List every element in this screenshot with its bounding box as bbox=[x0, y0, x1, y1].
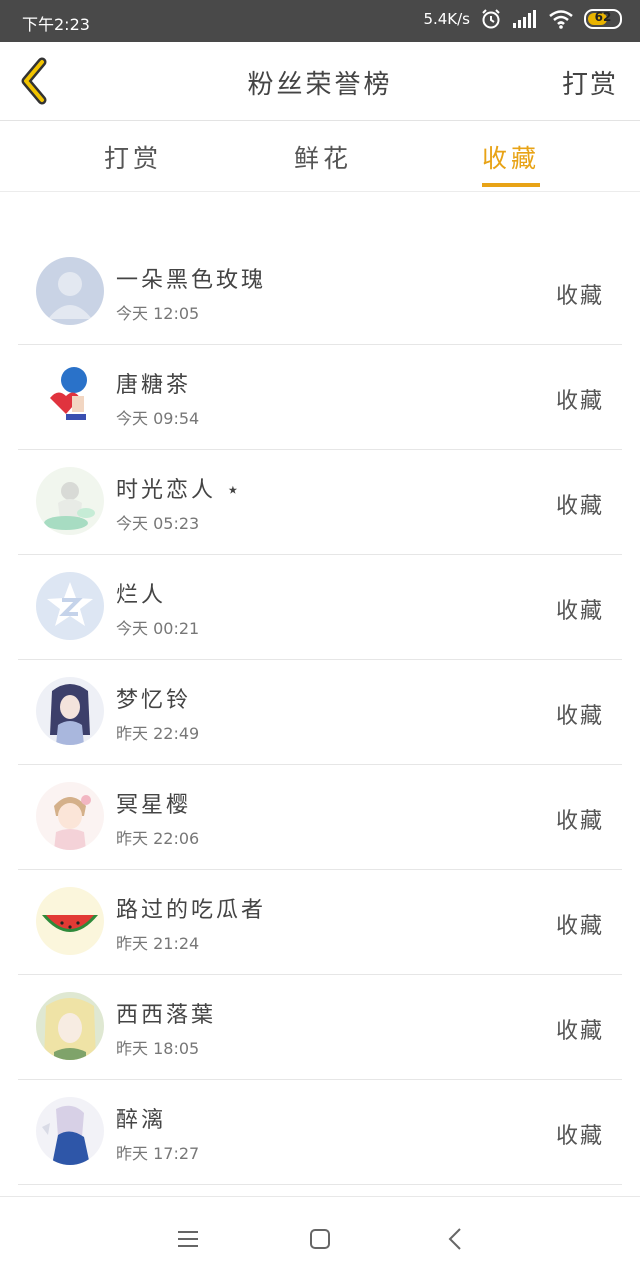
header-bar: 粉丝荣誉榜 打赏 bbox=[0, 42, 640, 121]
system-nav-bar bbox=[0, 1196, 640, 1281]
tip-button[interactable]: 打赏 bbox=[562, 64, 618, 101]
menu-icon[interactable] bbox=[172, 1223, 204, 1255]
list-item[interactable]: 西西落葉 昨天 18:05 收藏 bbox=[18, 975, 622, 1080]
timestamp: 昨天 22:06 bbox=[116, 829, 200, 848]
user-name: 冥星樱 bbox=[116, 793, 192, 818]
list-item[interactable]: 醉漓 昨天 17:27 收藏 bbox=[18, 1080, 622, 1185]
timestamp: 今天 12:05 bbox=[116, 304, 200, 323]
list-item[interactable]: 路过的吃瓜者 昨天 21:24 收藏 bbox=[18, 870, 622, 975]
network-speed: 5.4K/s bbox=[423, 10, 470, 28]
user-name: 一朵黑色玫瑰 bbox=[116, 268, 267, 293]
signal-icon bbox=[513, 10, 536, 28]
avatar bbox=[36, 782, 104, 850]
tab-tip[interactable]: 打赏 bbox=[104, 139, 162, 175]
avatar bbox=[36, 677, 104, 745]
status-icons: 5.4K/s 62 bbox=[423, 8, 622, 30]
action-badge: 收藏 bbox=[555, 1124, 604, 1149]
timestamp: 昨天 22:49 bbox=[116, 724, 200, 743]
list-item[interactable]: 时光恋人 ⋆ 今天 05:23 收藏 bbox=[18, 450, 622, 555]
avatar bbox=[36, 887, 104, 955]
user-name: 唐糖茶 bbox=[116, 373, 192, 398]
timestamp: 昨天 18:05 bbox=[116, 1039, 200, 1058]
list-item[interactable]: 冥星樱 昨天 22:06 收藏 bbox=[18, 765, 622, 870]
avatar bbox=[36, 1097, 104, 1165]
home-icon[interactable] bbox=[304, 1223, 336, 1255]
action-badge: 收藏 bbox=[555, 704, 604, 729]
timestamp: 今天 05:23 bbox=[116, 514, 200, 533]
user-name: 醉漓 bbox=[116, 1108, 167, 1133]
user-name: 烂人 bbox=[116, 583, 167, 608]
avatar bbox=[36, 257, 104, 325]
action-badge: 收藏 bbox=[555, 494, 604, 519]
avatar bbox=[36, 992, 104, 1060]
list-item[interactable]: 梦忆铃 昨天 22:49 收藏 bbox=[18, 660, 622, 765]
tab-bar: 打赏 鲜花 收藏 bbox=[0, 121, 640, 192]
back-icon[interactable] bbox=[440, 1223, 472, 1255]
list-item[interactable]: 一朵黑色玫瑰 今天 12:05 收藏 bbox=[18, 240, 622, 345]
tab-label: 收藏 bbox=[482, 144, 541, 173]
alarm-icon bbox=[482, 9, 500, 29]
avatar bbox=[36, 362, 104, 430]
status-bar: 下午2:23 5.4K/s 62 bbox=[0, 0, 640, 42]
battery-icon: 62 bbox=[584, 9, 622, 29]
list-item[interactable]: 唐糖茶 今天 09:54 收藏 bbox=[18, 345, 622, 450]
tab-flowers[interactable]: 鲜花 bbox=[294, 139, 352, 175]
status-time: 下午2:23 bbox=[22, 15, 90, 34]
avatar bbox=[36, 572, 104, 640]
battery-level: 62 bbox=[594, 10, 612, 24]
action-badge: 收藏 bbox=[555, 389, 604, 414]
list-item[interactable]: 烂人 今天 00:21 收藏 bbox=[18, 555, 622, 660]
action-badge: 收藏 bbox=[555, 914, 604, 939]
user-name: 路过的吃瓜者 bbox=[116, 898, 267, 923]
tab-label: 打赏 bbox=[104, 144, 163, 173]
user-name: 梦忆铃 bbox=[116, 688, 192, 713]
action-badge: 收藏 bbox=[555, 284, 604, 309]
fan-list: 一朵黑色玫瑰 今天 12:05 收藏 唐糖茶 今天 09:54 收藏 时光恋人 … bbox=[18, 240, 622, 1185]
action-badge: 收藏 bbox=[555, 809, 604, 834]
timestamp: 昨天 17:27 bbox=[116, 1144, 200, 1163]
active-tab-indicator bbox=[482, 183, 541, 187]
action-badge: 收藏 bbox=[555, 599, 604, 624]
user-name: 时光恋人 ⋆ bbox=[116, 478, 243, 503]
avatar bbox=[36, 467, 104, 535]
timestamp: 昨天 21:24 bbox=[116, 934, 200, 953]
user-name: 西西落葉 bbox=[116, 1003, 217, 1028]
page-title: 粉丝荣誉榜 bbox=[247, 70, 393, 100]
wifi-icon bbox=[549, 10, 573, 29]
action-badge: 收藏 bbox=[555, 1019, 604, 1044]
timestamp: 今天 09:54 bbox=[116, 409, 200, 428]
timestamp: 今天 00:21 bbox=[116, 619, 200, 638]
tab-label: 鲜花 bbox=[294, 144, 353, 173]
tab-favorites[interactable]: 收藏 bbox=[482, 139, 541, 187]
